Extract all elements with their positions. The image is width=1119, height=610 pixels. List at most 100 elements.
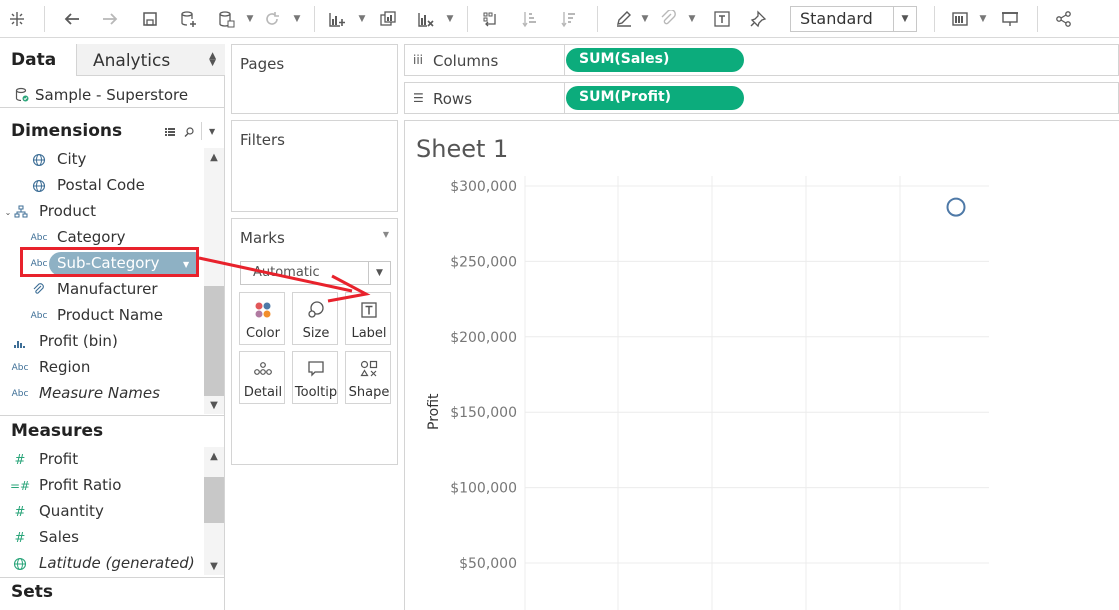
field-latitude-generated[interactable]: Latitude (generated) [0,551,205,577]
columns-shelf-label: Columns [433,52,499,70]
sort-ascending-icon[interactable] [518,7,542,31]
chevron-down-icon[interactable]: ▼ [893,7,916,31]
field-product-hierarchy[interactable]: ⌄ Product [0,199,205,225]
scroll-up-icon[interactable]: ▲ [204,148,224,166]
measures-scrollbar[interactable]: ▲ ▼ [204,447,224,575]
chevron-down-icon[interactable]: ▼ [640,10,650,28]
number-icon: # [14,530,26,546]
duplicate-sheet-icon[interactable] [376,7,400,31]
chevron-down-icon[interactable]: ▼ [183,260,191,269]
filters-card[interactable]: Filters [231,120,398,212]
new-worksheet-icon[interactable] [325,7,349,31]
chevron-down-icon[interactable]: ▼ [357,10,367,28]
dimensions-scrollbar[interactable]: ▲ ▼ [204,148,224,414]
field-quantity[interactable]: # Quantity [0,499,205,525]
highlight-icon[interactable] [612,7,636,31]
toolbar-divider [44,6,45,32]
scroll-thumb[interactable] [204,286,224,396]
sheet-title[interactable]: Sheet 1 [416,135,508,163]
field-profit-ratio[interactable]: =# Profit Ratio [0,473,205,499]
field-profit[interactable]: # Profit [0,447,205,473]
field-postal-code[interactable]: Postal Code [0,173,205,199]
chevron-down-icon[interactable]: ▼ [368,262,390,284]
field-city[interactable]: City [0,147,205,173]
y-tick-label: $300,000 [450,179,517,195]
share-icon[interactable] [1052,7,1076,31]
mark-type-select[interactable]: Automatic ▼ [240,261,391,285]
marks-color-button[interactable]: Color [239,292,285,345]
marks-card: Marks ▼ Automatic ▼ Color Size Label Det… [231,218,398,465]
number-icon: # [14,504,26,520]
chevron-down-icon[interactable]: ▼ [978,10,988,28]
scroll-thumb[interactable] [204,477,224,523]
field-label: Manufacturer [57,280,158,298]
marks-size-button[interactable]: Size [292,292,338,345]
marks-shape-button[interactable]: Shape [345,351,391,404]
abc-string-icon: Abc [30,311,48,321]
refresh-icon[interactable] [260,7,284,31]
pause-updates-icon[interactable] [214,7,238,31]
field-measure-names[interactable]: Abc Measure Names [0,381,205,407]
field-label: Profit [39,450,79,468]
field-profit-bin[interactable]: Profit (bin) [0,329,205,355]
toolbar-divider [467,6,468,32]
new-data-source-icon[interactable] [176,7,200,31]
field-product-name[interactable]: Abc Product Name [0,303,205,329]
toolbar-divider [1037,6,1038,32]
pin-icon[interactable] [746,7,770,31]
scatter-chart[interactable]: $300,000 $250,000 $200,000 $150,000 $100,000… [405,170,1119,610]
chevron-down-icon[interactable]: ▼ [292,10,302,28]
marks-color-label: Color [246,326,280,341]
marks-tooltip-button[interactable]: Tooltip [292,351,338,404]
redo-icon[interactable] [98,7,122,31]
pages-card[interactable]: Pages [231,44,398,114]
calculated-number-icon: =# [9,479,31,493]
scroll-down-icon[interactable]: ▼ [204,557,224,575]
data-point [946,197,966,217]
save-icon[interactable] [138,7,162,31]
rows-shelf[interactable]: ☰ Rows [404,82,1119,114]
chevron-down-icon[interactable]: ▼ [687,10,697,28]
columns-icon: iii [413,53,424,67]
undo-icon[interactable] [60,7,84,31]
marks-label-button[interactable]: Label [345,292,391,345]
chevron-down-icon[interactable]: ▼ [209,127,215,136]
tab-data[interactable]: Data [0,44,76,76]
scroll-up-icon[interactable]: ▲ [204,447,224,465]
chevron-down-icon[interactable]: ▼ [445,10,455,28]
field-label: Sub-Category [57,254,160,272]
presentation-icon[interactable] [998,7,1022,31]
section-divider [0,577,225,578]
field-manufacturer[interactable]: Manufacturer [0,277,205,303]
datasource-item[interactable]: Sample - Superstore [0,76,225,108]
columns-shelf[interactable]: iii Columns [404,44,1119,76]
field-label: Product Name [57,306,163,324]
globe-icon [31,153,47,167]
columns-pill-sum-sales[interactable]: SUM(Sales) [566,48,744,72]
chevron-down-icon[interactable]: ▼ [383,230,389,239]
field-category[interactable]: Abc Category [0,225,205,251]
text-label-icon[interactable] [710,7,734,31]
group-icon[interactable] [656,7,680,31]
mark-type-value: Automatic [253,265,320,280]
scroll-down-icon[interactable]: ▼ [204,396,224,414]
sort-updown-icon[interactable]: ▲ ▼ [209,52,216,68]
marks-label-label: Label [351,326,387,341]
tab-analytics[interactable]: Analytics ▲ ▼ [76,44,225,76]
view-size-select[interactable]: Standard ▼ [790,6,917,32]
field-sales[interactable]: # Sales [0,525,205,551]
chevron-down-icon[interactable]: ▼ [245,10,255,28]
show-cards-icon[interactable] [948,7,972,31]
shelf-divider [564,83,565,113]
field-sub-category[interactable]: Abc Sub-Category ▼ [0,251,205,277]
field-region[interactable]: Abc Region [0,355,205,381]
sort-descending-icon[interactable] [557,7,581,31]
rows-pill-sum-profit[interactable]: SUM(Profit) [566,86,744,110]
tableau-logo-icon[interactable] [5,7,29,31]
sets-header: Sets [0,582,225,606]
marks-detail-button[interactable]: Detail [239,351,285,404]
swap-rows-columns-icon[interactable] [478,7,502,31]
view-list-icon[interactable] [164,126,176,141]
clear-sheet-icon[interactable] [414,7,438,31]
search-icon[interactable] [183,126,195,141]
